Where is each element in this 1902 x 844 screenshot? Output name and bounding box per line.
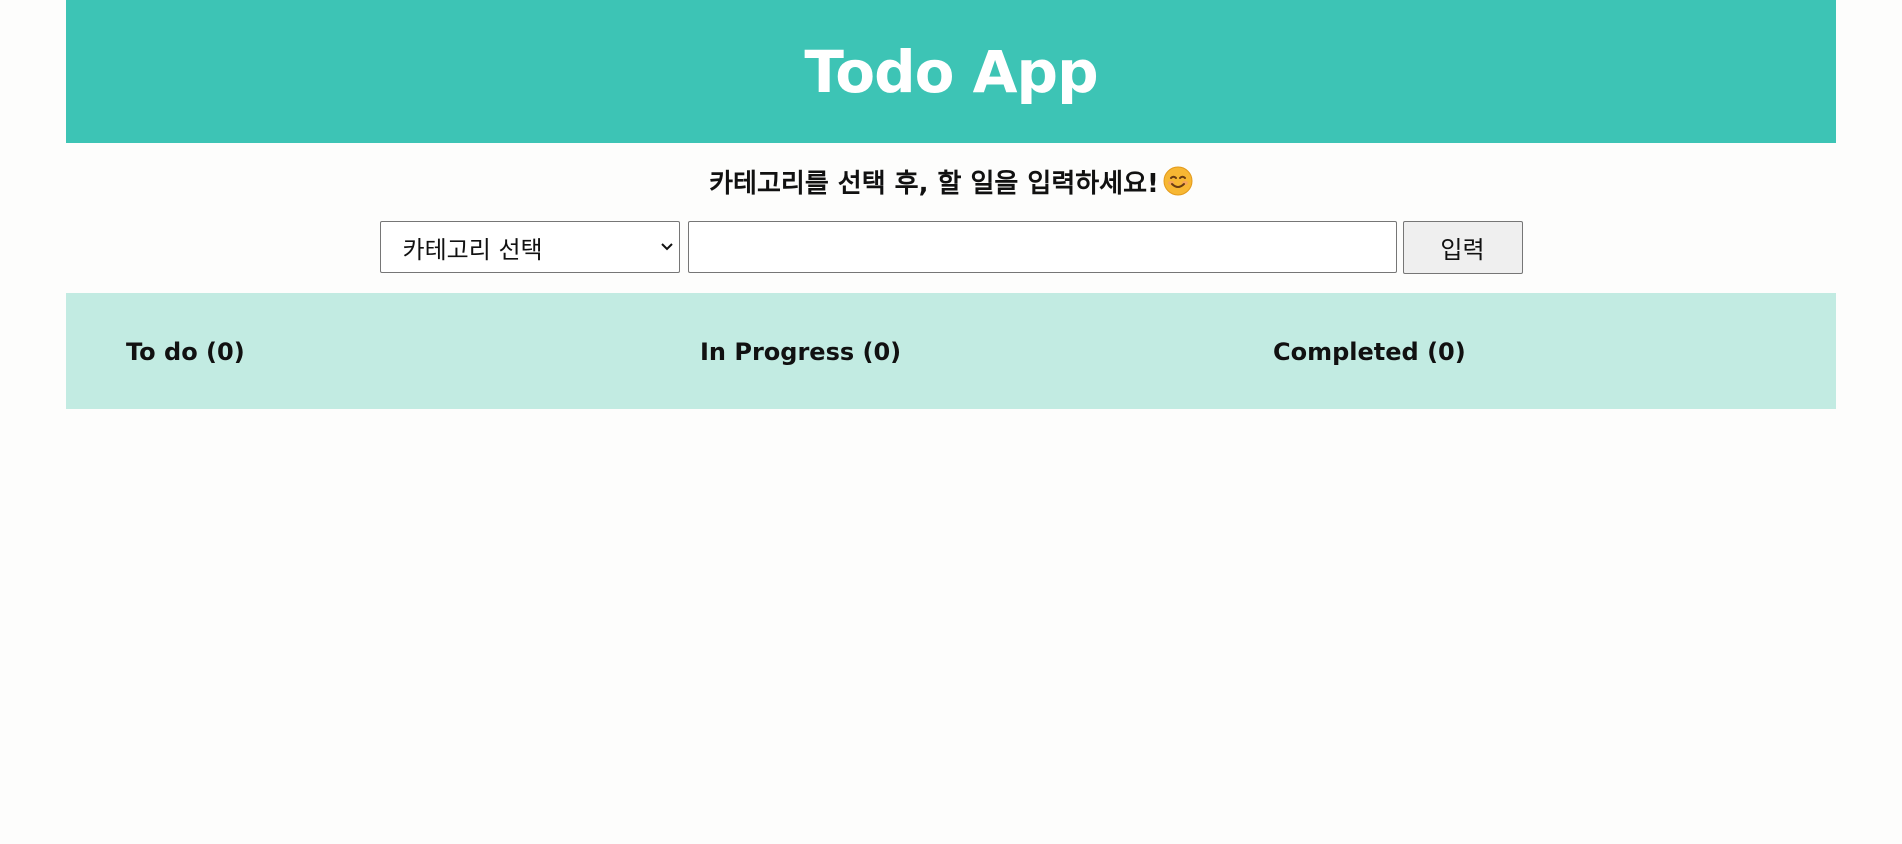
todo-form: 카테고리 선택 입력 <box>66 219 1836 275</box>
instruction-text: 카테고리를 선택 후, 할 일을 입력하세요! <box>709 168 1159 199</box>
category-select[interactable]: 카테고리 선택 <box>379 221 680 273</box>
column-title-todo: To do (0) <box>126 338 245 366</box>
app-title: Todo App <box>804 37 1098 106</box>
app-header: Todo App <box>66 0 1836 143</box>
instruction-prompt: 카테고리를 선택 후, 할 일을 입력하세요! <box>66 143 1836 219</box>
task-board: To do (0) In Progress (0) Completed (0) <box>66 293 1836 409</box>
todo-app: Todo App 카테고리를 선택 후, 할 일을 입력하세요! 카테고리 선택… <box>66 0 1836 409</box>
column-title-completed: Completed (0) <box>1273 338 1466 366</box>
category-select-value: 카테고리 선택 <box>402 235 543 264</box>
column-title-in-progress: In Progress (0) <box>700 338 902 366</box>
todo-input[interactable] <box>687 221 1397 273</box>
chevron-down-icon <box>660 243 673 251</box>
smiling-face-icon <box>1163 166 1193 196</box>
submit-button[interactable]: 입력 <box>1402 220 1523 274</box>
